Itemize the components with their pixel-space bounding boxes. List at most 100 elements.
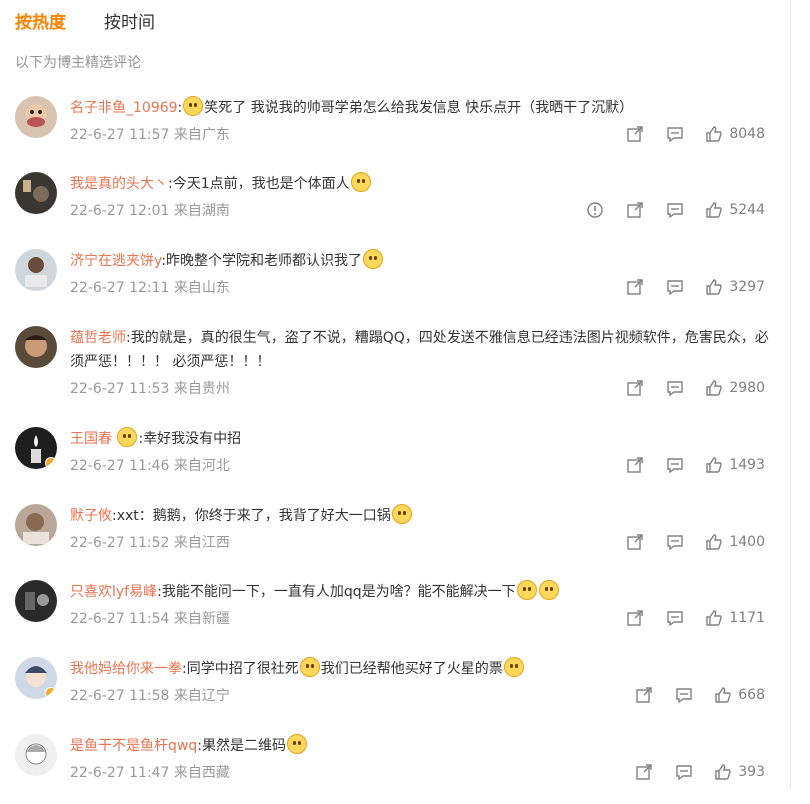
comment-list: 名子非鱼_10969: 笑死了 我说我的帅哥学弟怎么给我发信息 快乐点开（我晒干了…: [0, 90, 790, 804]
share-icon[interactable]: [625, 378, 645, 398]
comment-time: 22-6-27 12:11: [70, 280, 170, 296]
comment-meta: 22-6-27 11:58 来自辽宁: [70, 685, 230, 705]
like-count: 668: [738, 687, 765, 703]
comment-location: 来自山东: [173, 280, 230, 296]
verified-badge-icon: [45, 457, 57, 469]
tab-by-heat[interactable]: 按热度: [15, 8, 66, 33]
comment-icon[interactable]: [665, 378, 685, 398]
comment-actions: 1400: [625, 532, 765, 552]
thumbs-up-icon: [706, 534, 723, 550]
like-button[interactable]: 2980: [705, 379, 765, 397]
smile-emoji-icon: [363, 249, 383, 269]
comment-item: 只喜欢lyf易峰:我能不能问一下，一直有人加qq是为啥？能不能解决一下 22-6…: [0, 574, 790, 651]
tab-by-time[interactable]: 按时间: [104, 8, 155, 33]
share-icon[interactable]: [634, 685, 654, 705]
thumbs-up-icon: [715, 764, 731, 780]
comment-location: 来自广东: [173, 127, 230, 143]
avatar[interactable]: [15, 427, 57, 469]
sort-tabs: 按热度 按时间: [15, 8, 155, 33]
avatar[interactable]: [15, 172, 57, 214]
like-button[interactable]: 1400: [705, 533, 765, 551]
comment-location: 来自辽宁: [173, 688, 230, 704]
comment-actions: 8048: [625, 124, 765, 144]
share-icon[interactable]: [634, 762, 654, 782]
comment-icon[interactable]: [665, 608, 685, 628]
comment-time: 22-6-27 11:54: [70, 611, 170, 627]
like-button[interactable]: 393: [714, 763, 765, 781]
username[interactable]: 济宁在逃夹饼y: [70, 253, 161, 269]
like-button[interactable]: 1493: [705, 456, 765, 474]
comment-icon[interactable]: [665, 532, 685, 552]
comment-time: 22-6-27 12:01: [70, 203, 170, 219]
like-button[interactable]: 1171: [705, 609, 765, 627]
comment-text: 是鱼干不是鱼杆qwq:果然是二维码: [70, 734, 770, 758]
comment-icon[interactable]: [665, 200, 685, 220]
comment-item: 我他妈给你来一拳:同学中招了很社死 我们已经帮他买好了火星的票 22-6-27 1…: [0, 651, 790, 728]
share-icon[interactable]: [625, 277, 645, 297]
share-icon[interactable]: [625, 455, 645, 475]
comment-location: 来自湖南: [173, 203, 230, 219]
comment-item: 蕴哲老师:我的就是，真的很生气，盗了不说，糟蹋QQ，四处发送不雅信息已经违法图片…: [0, 320, 790, 421]
comment-item: 是鱼干不是鱼杆qwq:果然是二维码 22-6-27 11:47 来自西藏 393: [0, 728, 790, 804]
comment-text: 我是真的头大丶:今天1点前，我也是个体面人: [70, 172, 770, 196]
share-icon[interactable]: [625, 124, 645, 144]
like-button[interactable]: 3297: [705, 278, 765, 296]
comment-icon[interactable]: [674, 685, 694, 705]
avatar[interactable]: [15, 249, 57, 291]
share-icon[interactable]: [625, 200, 645, 220]
avatar[interactable]: [15, 504, 57, 546]
comment-time: 22-6-27 11:46: [70, 458, 170, 474]
featured-comments-label: 以下为博主精选评论: [15, 55, 141, 71]
username[interactable]: 默子攸: [70, 508, 112, 524]
comment-actions: 1171: [625, 608, 765, 628]
sweat-emoji-icon: [516, 580, 537, 600]
comment-time: 22-6-27 11:52: [70, 535, 170, 551]
comment-meta: 22-6-27 11:54 来自新疆: [70, 608, 230, 628]
thumbs-up-icon: [706, 380, 723, 396]
sweat-emoji-icon: [538, 580, 559, 600]
comment-icon[interactable]: [674, 762, 694, 782]
thumbs-up-icon: [706, 279, 723, 295]
avatar[interactable]: [15, 657, 57, 699]
comment-text: 王国春 :幸好我没有中招: [70, 427, 770, 451]
comment-text: 济宁在逃夹饼y:昨晚整个学院和老师都认识我了: [70, 249, 770, 273]
report-icon[interactable]: [585, 200, 605, 220]
like-count: 1493: [729, 457, 765, 473]
comment-actions: 668: [634, 685, 765, 705]
like-button[interactable]: 5244: [705, 201, 765, 219]
username[interactable]: 蕴哲老师: [70, 330, 126, 346]
smile-emoji-icon: [350, 172, 371, 192]
like-button[interactable]: 8048: [705, 125, 765, 143]
share-icon[interactable]: [625, 532, 645, 552]
like-count: 3297: [729, 279, 765, 295]
comment-icon[interactable]: [665, 455, 685, 475]
thumbs-up-icon: [715, 687, 731, 703]
verified-badge-icon: [45, 687, 57, 699]
avatar[interactable]: [15, 580, 57, 622]
like-count: 393: [738, 764, 765, 780]
comment-time: 22-6-27 11:53: [70, 381, 170, 397]
avatar[interactable]: [15, 96, 57, 138]
username[interactable]: 是鱼干不是鱼杆qwq: [70, 738, 197, 754]
comment-icon[interactable]: [665, 124, 685, 144]
username[interactable]: 我他妈给你来一拳: [70, 661, 182, 677]
avatar[interactable]: [15, 326, 57, 368]
comment-meta: 22-6-27 11:47 来自西藏: [70, 762, 230, 782]
comment-meta: 22-6-27 11:52 来自江西: [70, 532, 230, 552]
laughing-emoji-icon: [299, 657, 320, 677]
avatar[interactable]: [15, 734, 57, 776]
comment-item: 济宁在逃夹饼y:昨晚整个学院和老师都认识我了 22-6-27 12:11 来自山…: [0, 243, 790, 320]
comment-text: 名子非鱼_10969: 笑死了 我说我的帅哥学弟怎么给我发信息 快乐点开（我晒干了…: [70, 96, 770, 120]
username[interactable]: 我是真的头大丶: [70, 176, 168, 192]
comment-location: 来自贵州: [173, 381, 230, 397]
share-icon[interactable]: [625, 608, 645, 628]
thumbs-up-icon: [706, 457, 723, 473]
comment-actions: 5244: [585, 200, 765, 220]
comment-meta: 22-6-27 11:53 来自贵州: [70, 378, 230, 398]
username[interactable]: 名子非鱼_10969: [70, 100, 178, 116]
comment-location: 来自江西: [173, 535, 230, 551]
like-button[interactable]: 668: [714, 686, 765, 704]
username[interactable]: 王国春: [70, 431, 112, 447]
username[interactable]: 只喜欢lyf易峰: [70, 584, 157, 600]
comment-icon[interactable]: [665, 277, 685, 297]
